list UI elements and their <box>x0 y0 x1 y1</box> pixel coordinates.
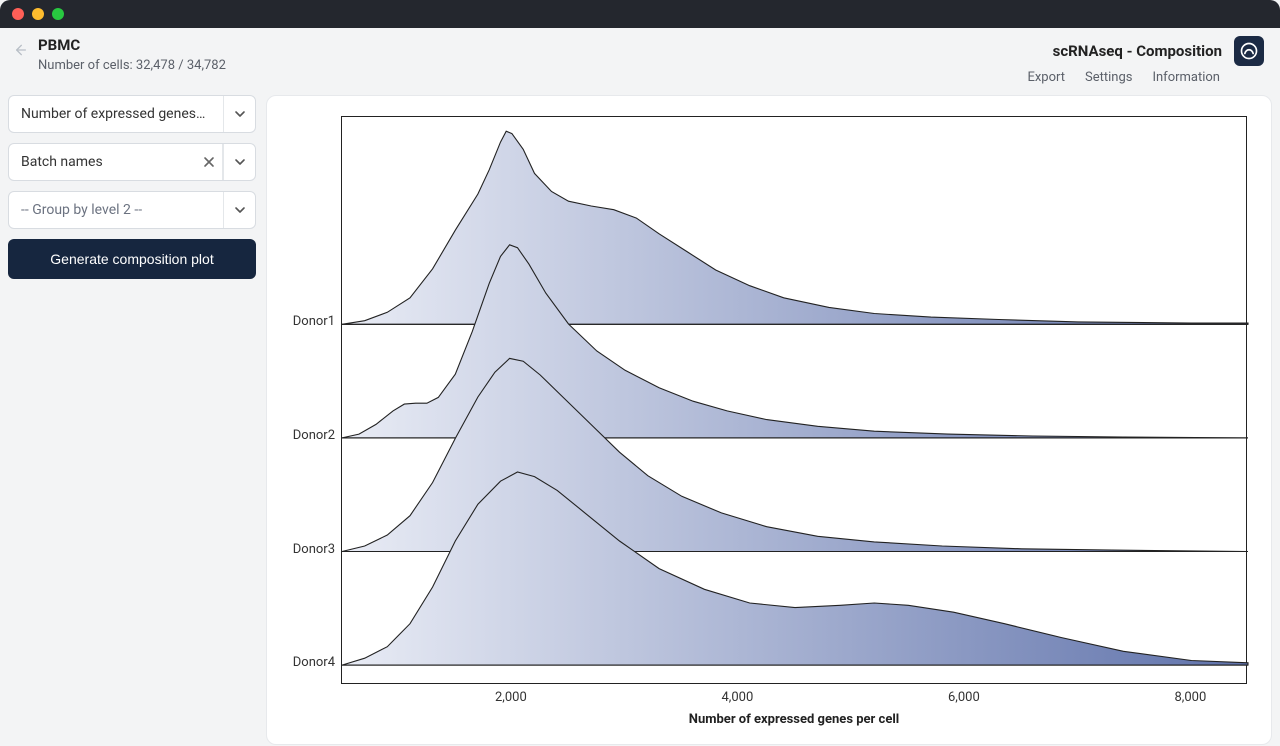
generate-plot-button[interactable]: Generate composition plot <box>8 239 256 279</box>
ridge-label-Donor1: Donor1 <box>275 314 335 329</box>
body: Number of expressed genes… Batch names -… <box>0 95 1280 746</box>
header: PBMC Number of cells: 32,478 / 34,782 sc… <box>0 28 1280 95</box>
group1-select-value: Batch names <box>9 154 195 170</box>
group1-select-caret[interactable] <box>223 144 255 180</box>
chevron-down-icon <box>234 156 246 168</box>
app-logo <box>1234 36 1264 66</box>
group2-select-placeholder: -- Group by level 2 -- <box>9 202 223 218</box>
ridge-label-Donor3: Donor3 <box>275 542 335 557</box>
nav-settings[interactable]: Settings <box>1085 70 1132 85</box>
cell-count-label: Number of cells: 32,478 / 34,782 <box>38 58 226 73</box>
ridge-label-Donor4: Donor4 <box>275 655 335 670</box>
group1-select[interactable]: Batch names <box>8 143 256 181</box>
metric-select-caret[interactable] <box>223 96 255 132</box>
plot-frame <box>341 116 1247 684</box>
close-icon <box>203 156 215 168</box>
nav-export[interactable]: Export <box>1027 70 1065 85</box>
nav-links: Export Settings Information <box>1027 70 1264 85</box>
back-button[interactable] <box>10 40 30 60</box>
xtick: 6,000 <box>948 690 980 705</box>
app-logo-icon <box>1239 41 1259 61</box>
xtick: 4,000 <box>721 690 753 705</box>
chevron-down-icon <box>234 108 246 120</box>
header-right: scRNAseq - Composition Export Settings I… <box>1027 36 1264 85</box>
group2-select-caret[interactable] <box>223 192 255 228</box>
group1-clear-button[interactable] <box>195 144 223 180</box>
xtick: 2,000 <box>495 690 527 705</box>
group2-select[interactable]: -- Group by level 2 -- <box>8 191 256 229</box>
metric-select-value: Number of expressed genes… <box>9 106 223 122</box>
ridge-label-Donor2: Donor2 <box>275 428 335 443</box>
xtick: 8,000 <box>1174 690 1206 705</box>
project-title: PBMC <box>38 36 226 54</box>
header-left: PBMC Number of cells: 32,478 / 34,782 <box>10 36 226 73</box>
chevron-down-icon <box>234 204 246 216</box>
x-axis-label: Number of expressed genes per cell <box>689 712 899 727</box>
minimize-window-button[interactable] <box>32 8 44 20</box>
titlebar <box>0 0 1280 28</box>
app-title: scRNAseq - Composition <box>1053 42 1222 60</box>
app-window: PBMC Number of cells: 32,478 / 34,782 sc… <box>0 0 1280 746</box>
metric-select[interactable]: Number of expressed genes… <box>8 95 256 133</box>
nav-information[interactable]: Information <box>1152 70 1220 85</box>
sidebar: Number of expressed genes… Batch names -… <box>8 95 256 745</box>
density-Donor4 <box>342 117 1248 685</box>
zoom-window-button[interactable] <box>52 8 64 20</box>
arrow-left-icon <box>12 42 28 58</box>
main-panel: Donor1 Donor2 Donor3 Donor4 2,000 4,000 6,000 8… <box>266 95 1272 745</box>
close-window-button[interactable] <box>12 8 24 20</box>
